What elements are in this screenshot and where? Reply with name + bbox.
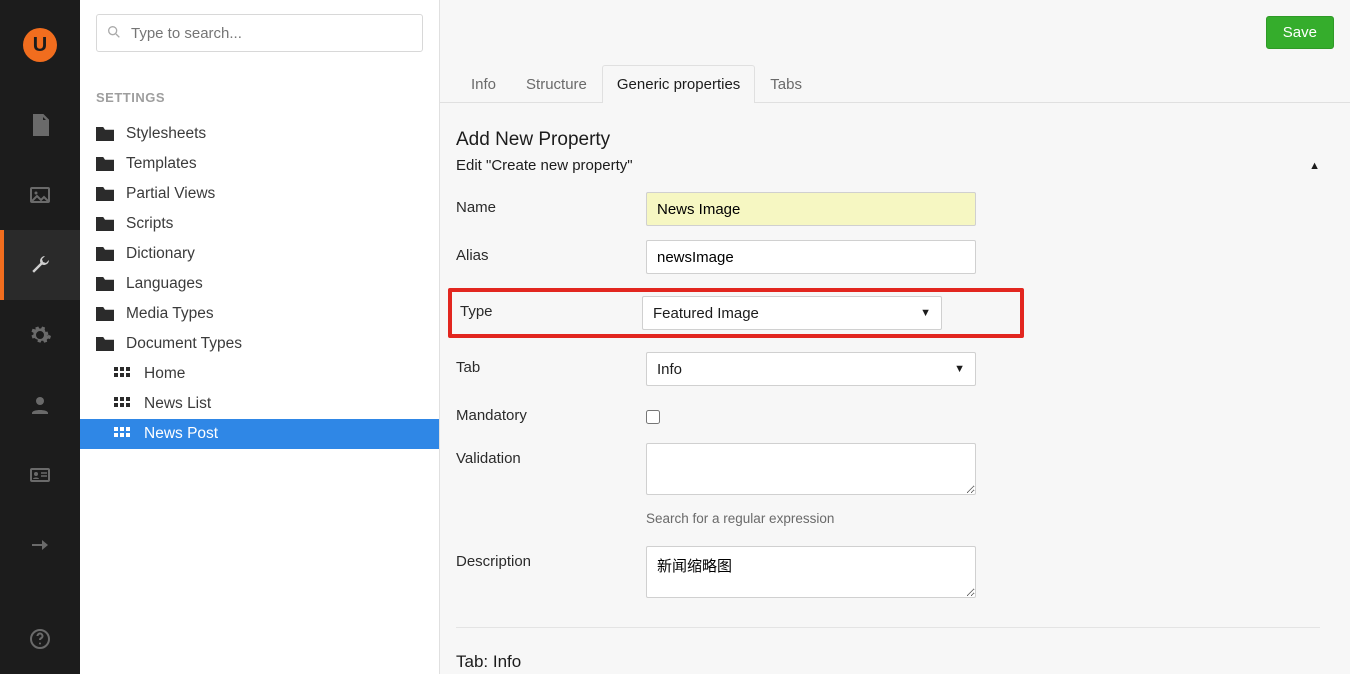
id-card-icon <box>28 463 52 487</box>
folder-icon <box>96 337 114 351</box>
label-name: Name <box>456 192 646 216</box>
label-tab: Tab <box>456 352 646 376</box>
nav-rail: U <box>0 0 80 674</box>
collapse-toggle[interactable]: ▲ <box>1309 160 1320 172</box>
description-input[interactable] <box>646 546 976 598</box>
tree-node-partial-views[interactable]: Partial Views <box>96 179 439 209</box>
alias-input[interactable] <box>646 240 976 274</box>
tree-node-document-types[interactable]: Document Types <box>96 329 439 359</box>
mandatory-checkbox[interactable] <box>646 410 660 424</box>
tab-select-value: Info <box>657 361 682 378</box>
arrow-right-icon <box>28 533 52 557</box>
tree-node-languages[interactable]: Languages <box>96 269 439 299</box>
rail-content[interactable] <box>0 90 80 160</box>
rail-developer[interactable] <box>0 300 80 370</box>
folder-icon <box>96 187 114 201</box>
tab-info[interactable]: Info <box>456 65 511 103</box>
save-button[interactable]: Save <box>1266 16 1334 49</box>
tree-panel: SETTINGS Stylesheets Templates Partial V… <box>80 0 440 674</box>
tree-node-label: News List <box>144 395 211 413</box>
tree-section-title: SETTINGS <box>96 90 439 119</box>
tree-node-label: Home <box>144 365 185 383</box>
tree-node-label: Media Types <box>126 305 214 323</box>
section-heading: Add New Property <box>456 129 1320 151</box>
main-area: Save Info Structure Generic properties T… <box>440 0 1350 674</box>
search-input[interactable] <box>96 14 423 52</box>
logo-letter: U <box>33 34 47 57</box>
tree-node-dictionary[interactable]: Dictionary <box>96 239 439 269</box>
folder-icon <box>96 127 114 141</box>
rail-media[interactable] <box>0 160 80 230</box>
validation-input[interactable] <box>646 443 976 495</box>
doctype-icon <box>114 427 132 441</box>
tab-structure[interactable]: Structure <box>511 65 602 103</box>
validation-hint: Search for a regular expression <box>646 511 834 526</box>
help-icon <box>28 627 52 651</box>
label-validation: Validation <box>456 443 646 467</box>
rail-forms[interactable] <box>0 510 80 580</box>
tree-node-label: Scripts <box>126 215 173 233</box>
doctype-icon <box>114 397 132 411</box>
tab-tabs[interactable]: Tabs <box>755 65 817 103</box>
folder-icon <box>96 217 114 231</box>
tree-node-news-list[interactable]: News List <box>96 389 439 419</box>
rail-help[interactable] <box>0 604 80 674</box>
type-select-value: Featured Image <box>653 305 759 322</box>
tree-node-label: Stylesheets <box>126 125 206 143</box>
label-type: Type <box>456 296 642 330</box>
tree-node-templates[interactable]: Templates <box>96 149 439 179</box>
label-alias: Alias <box>456 240 646 264</box>
app-logo[interactable]: U <box>0 0 80 90</box>
tree-node-news-post[interactable]: News Post <box>80 419 439 449</box>
gear-icon <box>28 323 52 347</box>
section-subheading: Edit "Create new property" <box>456 157 633 174</box>
tab-generic-properties[interactable]: Generic properties <box>602 65 755 103</box>
rail-members[interactable] <box>0 440 80 510</box>
content-scroll[interactable]: Add New Property Edit "Create new proper… <box>440 103 1350 674</box>
tabs: Info Structure Generic properties Tabs <box>440 64 1350 103</box>
divider <box>456 627 1320 628</box>
wrench-icon <box>28 253 52 277</box>
chevron-down-icon: ▼ <box>954 363 965 375</box>
tree-node-stylesheets[interactable]: Stylesheets <box>96 119 439 149</box>
tree-node-media-types[interactable]: Media Types <box>96 299 439 329</box>
user-icon <box>28 393 52 417</box>
folder-icon <box>96 157 114 171</box>
label-mandatory: Mandatory <box>456 400 646 424</box>
label-description: Description <box>456 546 646 570</box>
name-input[interactable] <box>646 192 976 226</box>
rail-settings[interactable] <box>0 230 80 300</box>
type-select[interactable]: Featured Image ▼ <box>642 296 942 330</box>
tab-select[interactable]: Info ▼ <box>646 352 976 386</box>
tree-node-label: Partial Views <box>126 185 215 203</box>
property-form: Name Alias Type Featured Image ▼ Tab Inf… <box>456 192 1320 603</box>
tree-node-label: Templates <box>126 155 197 173</box>
doctype-icon <box>114 367 132 381</box>
tree-node-label: Document Types <box>126 335 242 353</box>
file-icon <box>28 113 52 137</box>
rail-users[interactable] <box>0 370 80 440</box>
type-highlight-box: Type Featured Image ▼ <box>448 288 1024 338</box>
tree-node-label: Languages <box>126 275 203 293</box>
tree-node-scripts[interactable]: Scripts <box>96 209 439 239</box>
image-icon <box>28 183 52 207</box>
folder-icon <box>96 247 114 261</box>
tab-info-heading: Tab: Info <box>456 652 1320 672</box>
search-icon <box>106 24 122 40</box>
folder-icon <box>96 277 114 291</box>
folder-icon <box>96 307 114 321</box>
topbar: Save <box>440 0 1350 64</box>
tree-node-home[interactable]: Home <box>96 359 439 389</box>
chevron-down-icon: ▼ <box>920 307 931 319</box>
tree-node-label: News Post <box>144 425 218 443</box>
tree-node-label: Dictionary <box>126 245 195 263</box>
